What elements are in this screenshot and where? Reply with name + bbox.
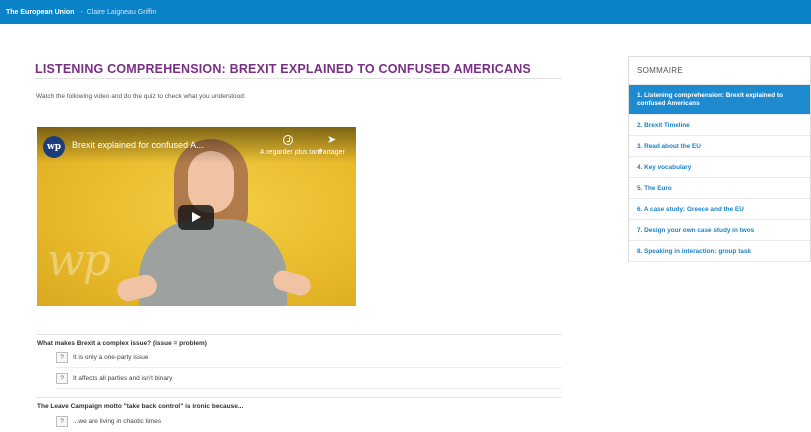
share-label[interactable]: Partager xyxy=(318,149,345,156)
question-divider xyxy=(36,397,562,398)
answer-text: It affects all parties and isn't binary xyxy=(73,375,173,382)
question-title: The Leave Campaign motto "take back cont… xyxy=(37,403,244,410)
presenter-body xyxy=(139,219,287,306)
answer-text: It is only a one-party issue xyxy=(73,354,149,361)
answer-option[interactable]: ? It affects all parties and isn't binar… xyxy=(56,373,172,384)
sidebar-item-euro[interactable]: 5. The Euro xyxy=(629,178,810,199)
author-link[interactable]: Claire Laigneau Griffin xyxy=(87,9,157,16)
answer-option[interactable]: ? ...we are living in chaotic times xyxy=(56,416,161,427)
intro-text: Watch the following video and do the qui… xyxy=(36,93,246,100)
answer-marker[interactable]: ? xyxy=(56,373,68,384)
breadcrumb-separator: - xyxy=(80,8,83,16)
sidebar-item-design-case-study[interactable]: 7. Design your own case study in twos xyxy=(629,220,810,241)
sidebar-item-case-study-greece[interactable]: 6. A case study: Greece and the EU xyxy=(629,199,810,220)
top-bar: The European Union - Claire Laigneau Gri… xyxy=(0,0,811,24)
wp-watermark: wp xyxy=(47,235,111,286)
sidebar-item-listening-comprehension[interactable]: 1. Listening comprehension: Brexit expla… xyxy=(629,85,810,115)
table-of-contents: SOMMAIRE 1. Listening comprehension: Bre… xyxy=(628,56,811,262)
sidebar-item-key-vocabulary[interactable]: 4. Key vocabulary xyxy=(629,157,810,178)
option-divider xyxy=(56,388,562,389)
answer-text: ...we are living in chaotic times xyxy=(73,418,162,425)
site-link[interactable]: The European Union xyxy=(6,9,74,16)
video-player[interactable]: wp wp Brexit explained for confused A...… xyxy=(37,127,356,306)
sidebar-item-speaking-interaction[interactable]: 8. Speaking in interaction: group task xyxy=(629,241,810,262)
share-icon[interactable]: ➤ xyxy=(327,133,336,146)
play-button[interactable] xyxy=(178,205,214,230)
question-title: What makes Brexit a complex issue? (issu… xyxy=(37,340,207,347)
answer-marker[interactable]: ? xyxy=(56,416,68,427)
clock-icon[interactable] xyxy=(283,135,293,145)
video-title[interactable]: Brexit explained for confused A... xyxy=(72,140,204,150)
title-divider xyxy=(35,78,562,79)
sidebar-heading: SOMMAIRE xyxy=(629,57,810,85)
sidebar-item-read-about-eu[interactable]: 3. Read about the EU xyxy=(629,136,810,157)
answer-option[interactable]: ? It is only a one-party issue xyxy=(56,352,149,363)
question-divider xyxy=(36,334,562,335)
channel-logo-icon[interactable]: wp xyxy=(43,136,65,158)
watch-later-label[interactable]: A regarder plus tard xyxy=(260,149,321,156)
answer-marker[interactable]: ? xyxy=(56,352,68,363)
sidebar-item-brexit-timeline[interactable]: 2. Brexit Timeline xyxy=(629,115,810,136)
option-divider xyxy=(56,367,562,368)
page-title: LISTENING COMPREHENSION: BREXIT EXPLAINE… xyxy=(35,62,531,76)
